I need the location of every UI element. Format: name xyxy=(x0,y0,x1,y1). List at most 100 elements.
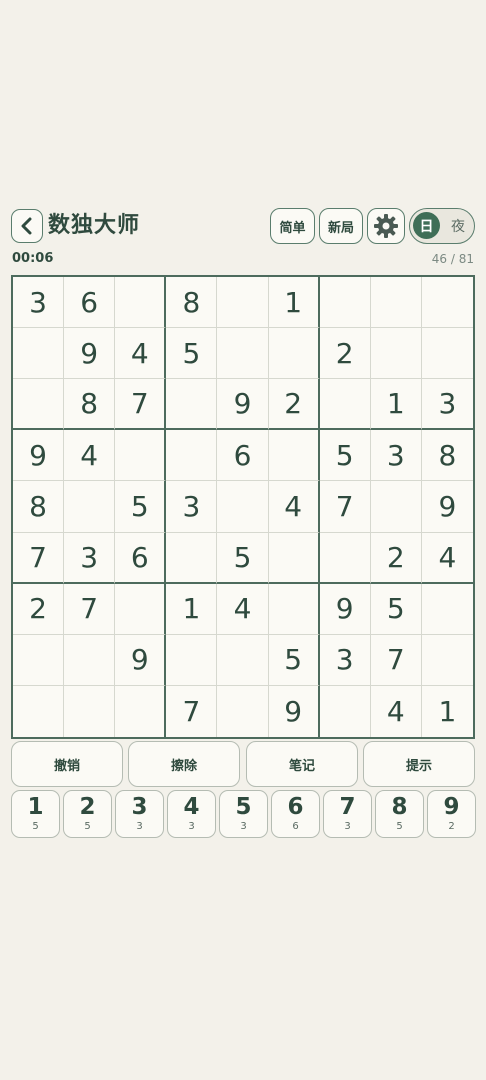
board-cell[interactable] xyxy=(319,277,371,329)
theme-day-option[interactable]: 日 xyxy=(413,212,440,239)
number-button[interactable]: 25 xyxy=(63,790,112,838)
board-cell[interactable]: 9 xyxy=(217,379,269,431)
board-cell[interactable]: 4 xyxy=(268,481,320,533)
board-cell[interactable] xyxy=(421,635,473,686)
board-cell[interactable]: 3 xyxy=(13,277,65,329)
board-cell[interactable] xyxy=(115,430,167,482)
board-cell[interactable]: 5 xyxy=(115,481,167,533)
board-cell[interactable]: 9 xyxy=(319,583,371,635)
board-cell[interactable]: 2 xyxy=(319,328,371,380)
board-cell[interactable] xyxy=(217,328,269,380)
new-game-button[interactable]: 新局 xyxy=(319,208,363,244)
board-cell[interactable] xyxy=(64,634,116,686)
board-cell[interactable]: 5 xyxy=(370,583,422,635)
board-cell[interactable]: 8 xyxy=(13,481,65,533)
board-cell[interactable]: 6 xyxy=(115,532,167,584)
board-cell[interactable]: 1 xyxy=(268,277,320,329)
board-cell[interactable] xyxy=(268,583,320,635)
board-cell[interactable]: 3 xyxy=(370,430,422,482)
board-cell[interactable]: 9 xyxy=(13,430,65,482)
board-cell[interactable]: 8 xyxy=(166,277,218,329)
board-cell[interactable] xyxy=(268,328,320,380)
board-cell[interactable] xyxy=(268,430,320,482)
board-cell[interactable] xyxy=(115,685,167,737)
board-cell[interactable]: 9 xyxy=(64,328,116,380)
board-cell[interactable]: 4 xyxy=(115,328,167,380)
number-button[interactable]: 33 xyxy=(115,790,164,838)
board-cell[interactable] xyxy=(421,584,473,635)
board-cell[interactable]: 7 xyxy=(13,532,65,584)
board-cell[interactable]: 5 xyxy=(217,532,269,584)
board-cell[interactable]: 2 xyxy=(370,532,422,584)
notes-button[interactable]: 笔记 xyxy=(246,741,358,787)
number-button[interactable]: 66 xyxy=(271,790,320,838)
board-cell[interactable] xyxy=(13,379,65,431)
board-cell[interactable]: 6 xyxy=(64,277,116,329)
board-cell[interactable]: 8 xyxy=(421,430,473,482)
number-button[interactable]: 43 xyxy=(167,790,216,838)
back-button[interactable] xyxy=(11,209,43,243)
board-cell[interactable] xyxy=(64,481,116,533)
board-cell[interactable] xyxy=(421,277,473,329)
theme-night-option[interactable]: 夜 xyxy=(446,212,470,239)
board-cell[interactable]: 5 xyxy=(166,328,218,380)
board-cell[interactable]: 1 xyxy=(422,686,473,737)
number-button[interactable]: 53 xyxy=(219,790,268,838)
board-cell[interactable]: 6 xyxy=(217,430,269,482)
board-cell[interactable] xyxy=(64,685,116,737)
board-cell[interactable] xyxy=(217,277,269,329)
board-cell[interactable] xyxy=(166,430,218,482)
board-cell[interactable]: 9 xyxy=(421,481,473,533)
board-cell[interactable]: 7 xyxy=(319,481,371,533)
board-cell[interactable]: 2 xyxy=(13,583,65,635)
board-cell[interactable] xyxy=(13,328,65,380)
board-cell[interactable] xyxy=(217,481,269,533)
board-cell[interactable]: 4 xyxy=(217,583,269,635)
board-cell[interactable]: 4 xyxy=(64,430,116,482)
board-cell[interactable]: 8 xyxy=(64,379,116,431)
board-cell[interactable] xyxy=(370,481,422,533)
board-cell[interactable]: 3 xyxy=(64,532,116,584)
board-cell[interactable]: 3 xyxy=(166,481,218,533)
board-cell[interactable]: 5 xyxy=(268,634,320,686)
number-button[interactable]: 92 xyxy=(427,790,476,838)
board-cell[interactable]: 4 xyxy=(421,533,473,584)
board-cell[interactable] xyxy=(166,379,218,431)
board-cell[interactable]: 9 xyxy=(115,634,167,686)
board-cell[interactable] xyxy=(115,583,167,635)
hint-button[interactable]: 提示 xyxy=(363,741,475,787)
board-cell[interactable] xyxy=(320,685,371,737)
board-cell[interactable] xyxy=(319,379,371,431)
board-cell[interactable]: 3 xyxy=(421,379,473,431)
board-cell[interactable]: 5 xyxy=(319,430,371,482)
board-cell[interactable]: 7 xyxy=(115,379,167,431)
board-cell[interactable]: 7 xyxy=(166,685,218,737)
erase-button[interactable]: 擦除 xyxy=(128,741,240,787)
board-cell[interactable] xyxy=(217,685,269,737)
board-cell[interactable]: 4 xyxy=(371,685,422,737)
board-cell[interactable] xyxy=(319,532,371,584)
undo-button[interactable]: 撤销 xyxy=(11,741,123,787)
board-cell[interactable] xyxy=(370,277,422,329)
board-cell[interactable] xyxy=(166,634,218,686)
board-cell[interactable] xyxy=(13,634,65,686)
board-cell[interactable]: 2 xyxy=(268,379,320,431)
board-cell[interactable]: 3 xyxy=(319,634,371,686)
board-cell[interactable] xyxy=(166,532,218,584)
board-cell[interactable]: 1 xyxy=(166,583,218,635)
number-button[interactable]: 85 xyxy=(375,790,424,838)
board-cell[interactable]: 7 xyxy=(370,634,422,686)
difficulty-button[interactable]: 简单 xyxy=(270,208,315,244)
board-cell[interactable]: 7 xyxy=(64,583,116,635)
board-cell[interactable]: 1 xyxy=(370,379,422,431)
number-button[interactable]: 15 xyxy=(11,790,60,838)
board-cell[interactable] xyxy=(115,277,167,329)
board-cell[interactable] xyxy=(13,685,65,737)
number-button[interactable]: 73 xyxy=(323,790,372,838)
board-cell[interactable] xyxy=(217,634,269,686)
board-cell[interactable] xyxy=(268,532,320,584)
settings-button[interactable] xyxy=(367,208,405,244)
board-cell[interactable]: 9 xyxy=(269,685,320,737)
theme-toggle[interactable]: 日 夜 xyxy=(409,208,475,244)
board-cell[interactable] xyxy=(370,328,422,380)
